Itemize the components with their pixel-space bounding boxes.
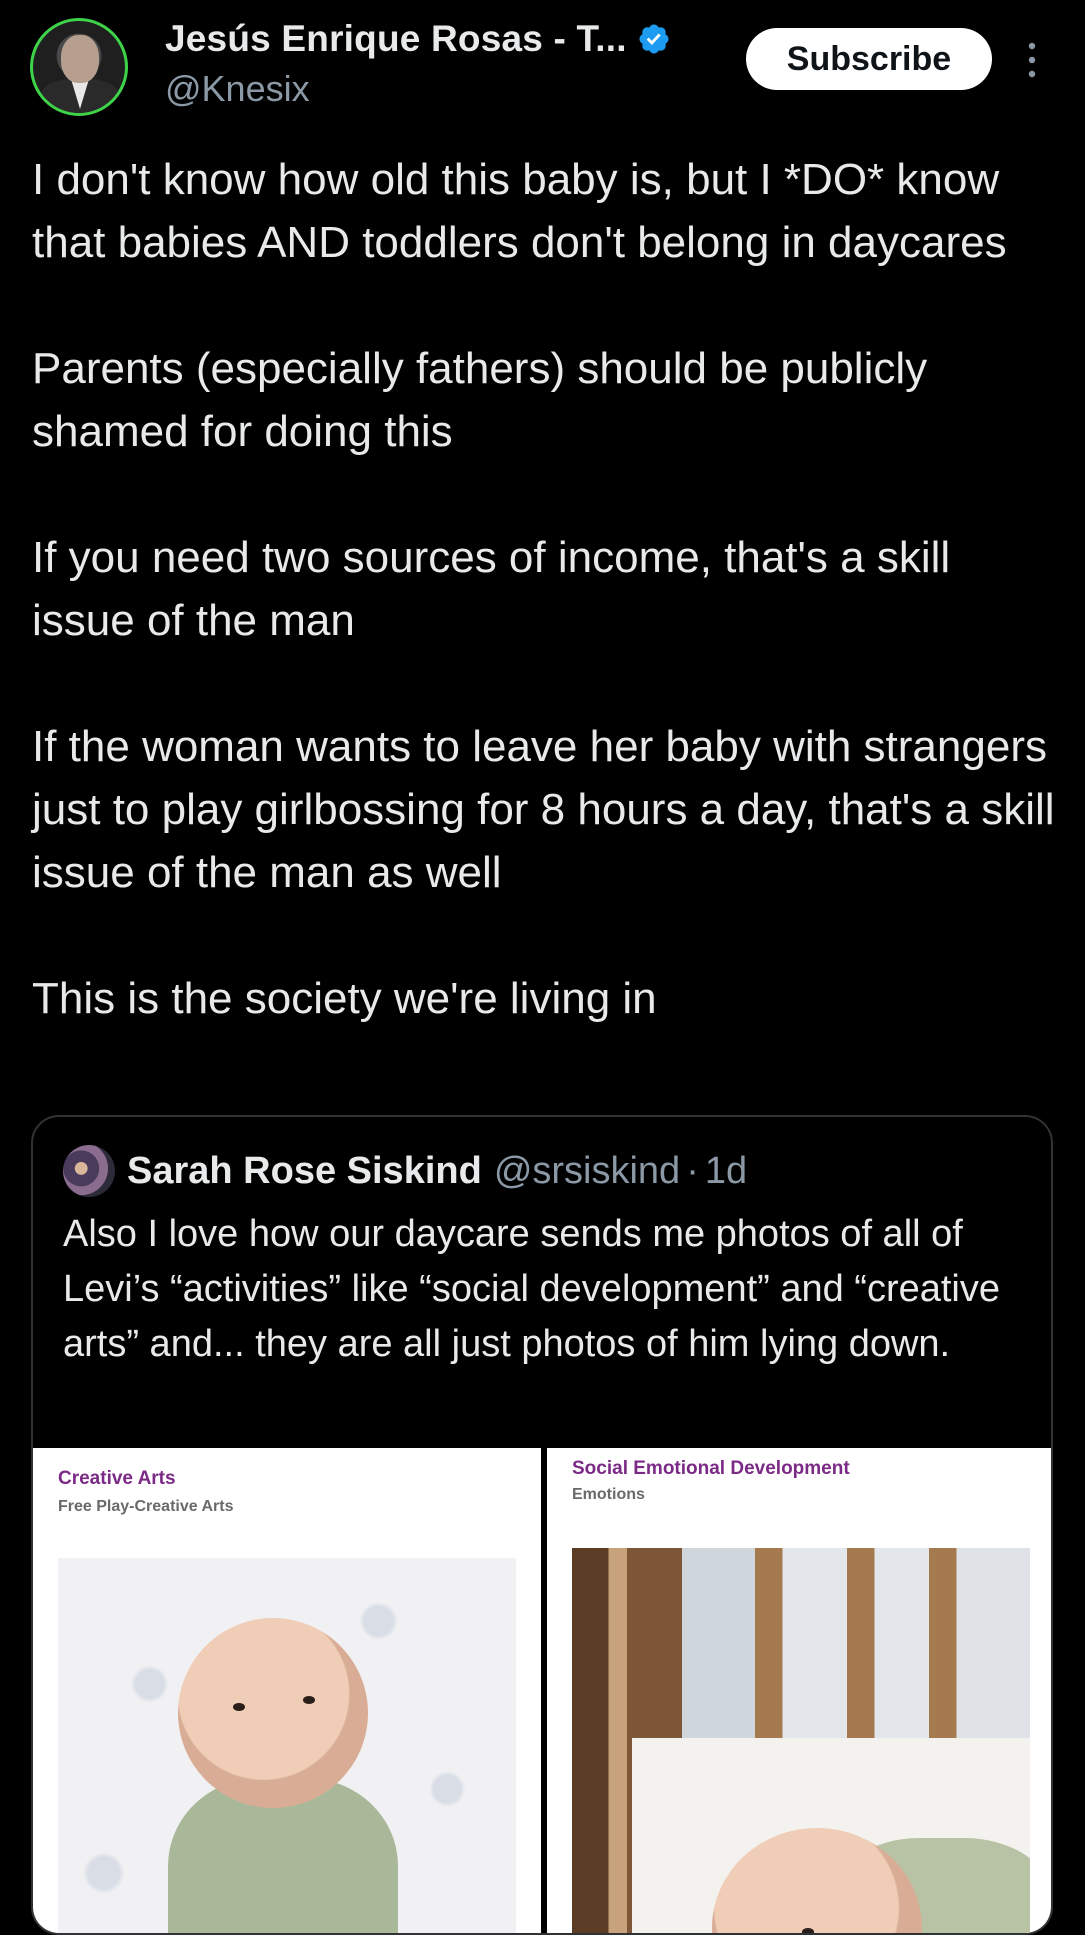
media-title: Social Emotional Development	[572, 1458, 850, 1479]
post-paragraph: If the woman wants to leave her baby wit…	[32, 722, 1055, 897]
author-display-name[interactable]: Jesús Enrique Rosas - T...	[165, 18, 627, 60]
post-paragraph: Parents (especially fathers) should be p…	[32, 344, 928, 456]
author-name-row[interactable]: Jesús Enrique Rosas - T...	[165, 18, 671, 60]
media-subtitle: Free Play-Creative Arts	[58, 1498, 234, 1515]
subscribe-button[interactable]: Subscribe	[746, 28, 992, 90]
media-title: Creative Arts	[58, 1468, 176, 1489]
post-text: I don't know how old this baby is, but I…	[32, 148, 1062, 1030]
baby-photo	[58, 1558, 516, 1933]
post-paragraph: If you need two sources of income, that'…	[32, 533, 951, 645]
author-avatar[interactable]	[30, 18, 128, 116]
quoted-post-time: 1d	[704, 1149, 748, 1192]
verified-badge-icon	[639, 24, 669, 54]
quoted-author-name: Sarah Rose Siskind	[127, 1149, 482, 1192]
quoted-post-card[interactable]: Sarah Rose Siskind @srsiskind · 1d Also …	[31, 1115, 1053, 1935]
media-grid: Creative Arts Free Play-Creative Arts So…	[33, 1448, 1051, 1933]
baby-photo	[572, 1548, 1030, 1933]
quoted-author-handle: @srsiskind	[493, 1149, 681, 1192]
post-paragraph: This is the society we're living in	[32, 974, 657, 1023]
quoted-post-header: Sarah Rose Siskind @srsiskind · 1d	[63, 1145, 747, 1197]
separator-dot: ·	[686, 1149, 699, 1192]
quoted-author-avatar	[63, 1145, 115, 1197]
more-vertical-icon[interactable]	[1022, 40, 1042, 80]
media-image-1[interactable]: Creative Arts Free Play-Creative Arts	[33, 1448, 541, 1933]
post-paragraph: I don't know how old this baby is, but I…	[32, 155, 1007, 267]
media-subtitle: Emotions	[572, 1486, 645, 1503]
author-handle[interactable]: @Knesix	[165, 68, 310, 110]
post-header: Jesús Enrique Rosas - T... @Knesix Subsc…	[0, 0, 1085, 130]
media-image-2[interactable]: Social Emotional Development Emotions	[547, 1448, 1051, 1933]
quoted-post-text: Also I love how our daycare sends me pho…	[63, 1213, 1001, 1365]
